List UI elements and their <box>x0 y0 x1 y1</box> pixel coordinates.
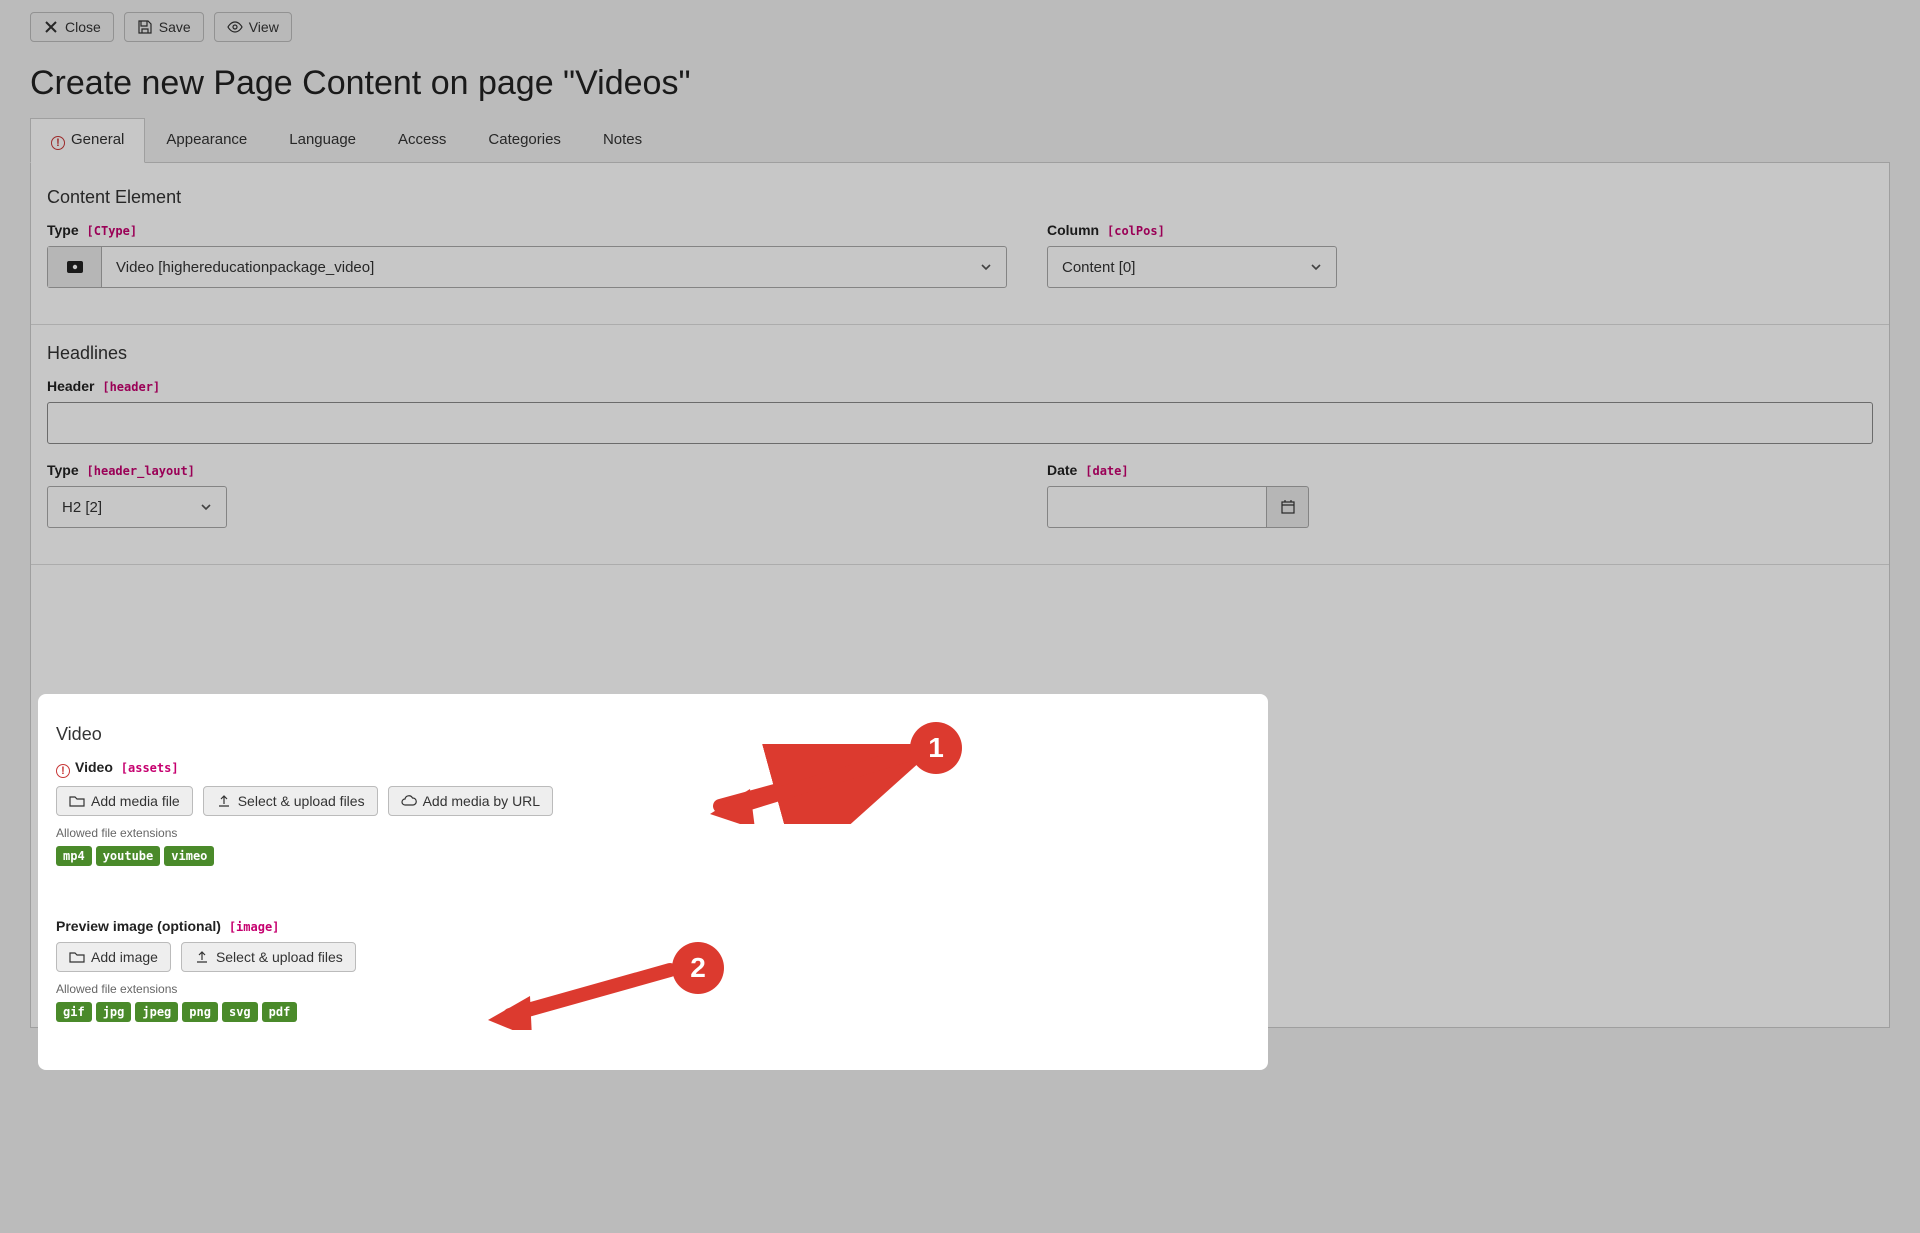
callout-bubble-2: 2 <box>672 942 724 994</box>
column-select[interactable]: Content [0] <box>1047 246 1337 288</box>
video-icon <box>67 259 83 275</box>
close-button[interactable]: Close <box>30 12 114 42</box>
ext-badge: svg <box>222 1002 258 1022</box>
add-image-label: Add image <box>91 949 158 965</box>
tab-general-label: General <box>71 131 124 148</box>
warning-icon: ! <box>51 136 65 150</box>
folder-icon <box>69 949 85 965</box>
column-label: Column [colPos] <box>1047 222 1337 238</box>
chevron-down-icon <box>1310 261 1322 273</box>
close-button-label: Close <box>65 19 101 35</box>
date-label: Date [date] <box>1047 462 1309 478</box>
view-button[interactable]: View <box>214 12 292 42</box>
type-select[interactable]: Video [highereducationpackage_video] <box>47 246 1007 288</box>
upload-icon <box>194 949 210 965</box>
allowed-extensions-label: Allowed file extensions <box>56 826 1250 840</box>
preview-image-label: Preview image (optional) [image] <box>56 918 1250 934</box>
top-toolbar: Close Save View <box>0 0 1920 54</box>
type-select-value: Video [highereducationpackage_video] <box>102 247 966 287</box>
ext-badge: mp4 <box>56 846 92 866</box>
tab-general[interactable]: ! General <box>30 118 145 163</box>
tab-appearance[interactable]: Appearance <box>145 118 268 163</box>
save-icon <box>137 19 153 35</box>
type-label: Type [CType] <box>47 222 1007 238</box>
header-input[interactable] <box>47 402 1873 444</box>
view-button-label: View <box>249 19 279 35</box>
tab-appearance-label: Appearance <box>166 131 247 148</box>
warning-icon: ! <box>56 764 70 778</box>
select-upload-label: Select & upload files <box>238 793 365 809</box>
save-button[interactable]: Save <box>124 12 204 42</box>
video-field-label: !Video [assets] <box>56 759 1250 778</box>
eye-icon <box>227 19 243 35</box>
ext-badge: jpeg <box>135 1002 178 1022</box>
tab-notes-label: Notes <box>603 131 642 148</box>
chevron-down-icon <box>980 261 992 273</box>
callout-bubble-1: 1 <box>910 722 962 774</box>
add-media-url-button[interactable]: Add media by URL <box>388 786 554 816</box>
folder-icon <box>69 793 85 809</box>
tab-access-label: Access <box>398 131 446 148</box>
page-title: Create new Page Content on page "Videos" <box>30 64 1890 103</box>
add-media-url-label: Add media by URL <box>423 793 541 809</box>
close-icon <box>43 19 59 35</box>
calendar-icon <box>1280 499 1296 515</box>
header-type-select[interactable]: H2 [2] <box>47 486 227 528</box>
video-extensions: mp4 youtube vimeo <box>56 846 1250 866</box>
add-media-file-button[interactable]: Add media file <box>56 786 193 816</box>
ext-badge: pdf <box>262 1002 298 1022</box>
chevron-down-icon <box>200 501 212 513</box>
header-type-value: H2 [2] <box>48 487 186 527</box>
tab-access[interactable]: Access <box>377 118 467 163</box>
callout-arrow-1 <box>700 744 920 824</box>
select-upload-image-button[interactable]: Select & upload files <box>181 942 356 972</box>
tab-categories[interactable]: Categories <box>467 118 582 163</box>
ext-badge: gif <box>56 1002 92 1022</box>
date-picker-button[interactable] <box>1267 486 1309 528</box>
select-upload-image-label: Select & upload files <box>216 949 343 965</box>
ext-badge: youtube <box>96 846 161 866</box>
tabs-bar: ! General Appearance Language Access Cate… <box>30 117 1890 163</box>
tab-language-label: Language <box>289 131 356 148</box>
header-type-label: Type [header_layout] <box>47 462 1007 478</box>
tab-categories-label: Categories <box>488 131 561 148</box>
select-upload-button[interactable]: Select & upload files <box>203 786 378 816</box>
upload-icon <box>216 793 232 809</box>
add-media-file-label: Add media file <box>91 793 180 809</box>
headlines-heading: Headlines <box>47 343 1873 364</box>
content-element-heading: Content Element <box>47 187 1873 208</box>
ext-badge: vimeo <box>164 846 214 866</box>
tab-language[interactable]: Language <box>268 118 377 163</box>
cloud-icon <box>401 793 417 809</box>
video-heading: Video <box>56 724 1250 745</box>
header-label: Header [header] <box>47 378 1873 394</box>
add-image-button[interactable]: Add image <box>56 942 171 972</box>
column-select-value: Content [0] <box>1048 247 1296 287</box>
tab-notes[interactable]: Notes <box>582 118 663 163</box>
ext-badge: png <box>182 1002 218 1022</box>
date-input[interactable] <box>1047 486 1267 528</box>
ext-badge: jpg <box>96 1002 132 1022</box>
save-button-label: Save <box>159 19 191 35</box>
callout-arrow-2 <box>480 960 680 1030</box>
